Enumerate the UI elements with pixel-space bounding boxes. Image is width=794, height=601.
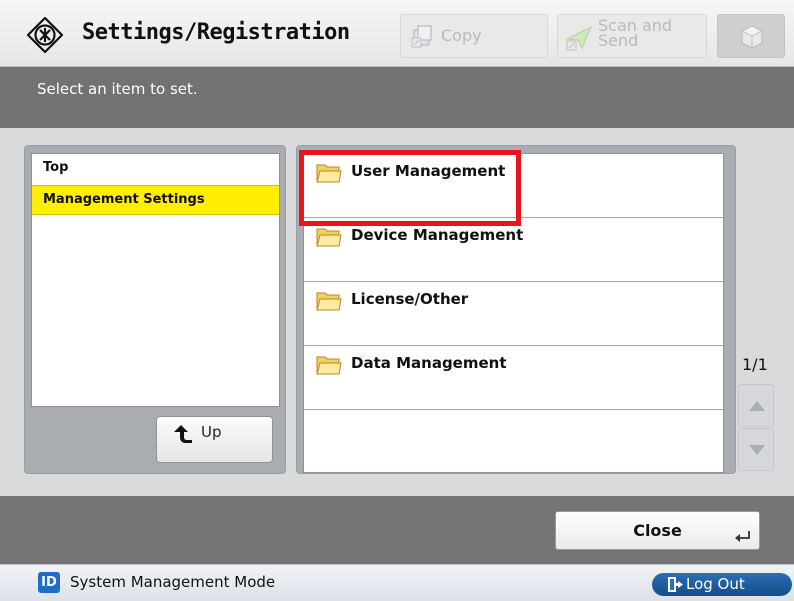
scan-and-send-label: Scan and Send	[598, 18, 672, 50]
list-item-license-other[interactable]: License/Other	[304, 282, 723, 346]
status-bar: ID System Management Mode Log Out	[0, 564, 794, 601]
logout-door-icon	[668, 577, 683, 592]
tree-panel: Top Management Settings Up	[24, 145, 286, 474]
log-out-label: Log Out	[686, 575, 745, 593]
up-button-label: Up	[201, 423, 222, 441]
up-arrow-icon	[174, 425, 192, 443]
list-item-device-management[interactable]: Device Management	[304, 218, 723, 282]
scan-and-send-label-line2: Send	[598, 31, 639, 50]
home-button[interactable]	[717, 14, 785, 58]
item-list-panel: User Management Device Management Licens…	[296, 145, 736, 474]
copy-button-label: Copy	[441, 26, 482, 45]
copy-button[interactable]: Copy	[400, 14, 548, 58]
paper-plane-icon	[565, 25, 592, 51]
list-item-data-management[interactable]: Data Management	[304, 346, 723, 410]
id-badge-icon: ID	[38, 572, 60, 593]
scroll-down-button[interactable]	[738, 428, 774, 471]
triangle-up-icon	[749, 401, 765, 411]
list-item-empty	[304, 410, 723, 474]
list-item-label: Device Management	[351, 226, 524, 244]
up-button[interactable]: Up	[156, 416, 273, 463]
folder-icon	[316, 228, 342, 247]
list-item-label: User Management	[351, 162, 506, 180]
triangle-down-icon	[749, 445, 765, 455]
log-out-button[interactable]: Log Out	[652, 573, 792, 596]
list-item-label: Data Management	[351, 354, 507, 372]
scroll-up-button[interactable]	[738, 384, 774, 427]
folder-icon	[316, 356, 342, 375]
instruction-text: Select an item to set.	[37, 80, 198, 98]
page-indicator: 1/1	[742, 355, 768, 374]
close-button[interactable]: Close	[555, 511, 760, 550]
home-cube-icon	[740, 25, 764, 49]
header-bar: Settings/Registration Copy Scan and Send	[0, 0, 794, 67]
tree-list: Top Management Settings	[31, 153, 280, 407]
footer-bar: Close	[0, 496, 794, 564]
instruction-bar: Select an item to set.	[0, 67, 794, 128]
list-item-user-management[interactable]: User Management	[304, 154, 723, 218]
tree-item-top[interactable]: Top	[32, 154, 279, 184]
settings-gear-icon	[26, 16, 64, 54]
folder-icon	[316, 292, 342, 311]
close-button-label: Close	[633, 521, 682, 540]
scan-and-send-button[interactable]: Scan and Send	[557, 14, 707, 58]
tree-item-management-settings[interactable]: Management Settings	[32, 185, 279, 215]
folder-icon	[316, 164, 342, 183]
list-item-label: License/Other	[351, 290, 469, 308]
page-title: Settings/Registration	[82, 20, 350, 45]
system-mode-label: System Management Mode	[70, 573, 276, 591]
copy-icon	[411, 25, 432, 48]
enter-return-icon	[735, 531, 750, 542]
item-list: User Management Device Management Licens…	[303, 153, 724, 473]
